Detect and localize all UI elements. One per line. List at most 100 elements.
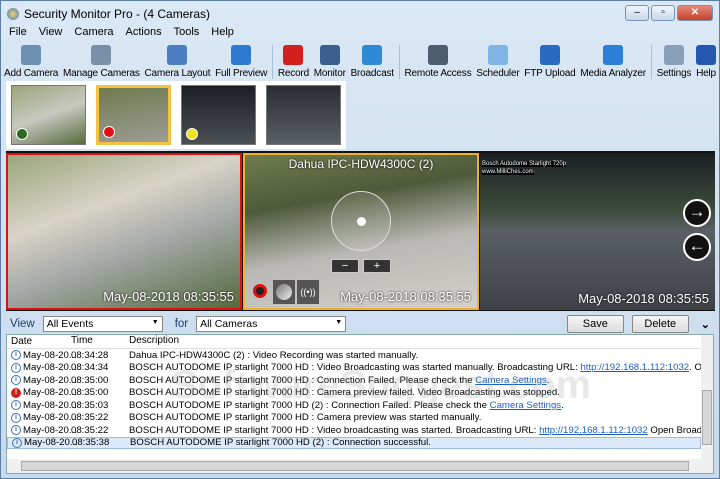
timestamp: May-08-2018 08:35:55 — [578, 291, 709, 306]
for-label: for — [174, 318, 189, 330]
view-label: View — [10, 318, 35, 330]
media-analyzer-label: Media Analyzer — [580, 68, 646, 79]
remote-access-button[interactable]: Remote Access — [404, 45, 473, 79]
scheduler-icon — [487, 45, 508, 65]
event-log-table: Date Time Description i May-08-20... 08:34:2… — [6, 334, 714, 474]
settings-button[interactable]: Settings — [656, 45, 693, 79]
info-icon: i — [11, 350, 21, 361]
menu-view[interactable]: View — [39, 26, 63, 38]
menu-bar: File View Camera Actions Tools Help — [9, 26, 234, 38]
record-button[interactable]: Record — [277, 45, 310, 79]
camera-subtitle: www.MilliChes.com — [482, 169, 534, 175]
full-preview-icon — [231, 45, 252, 65]
manage-cameras-button[interactable]: Manage Cameras — [62, 45, 141, 79]
broadcast-label: Broadcast — [350, 68, 394, 79]
collapse-chevron-icon[interactable]: ⌄ — [701, 318, 710, 331]
record-indicator-icon[interactable] — [253, 284, 267, 298]
camera-filter-select[interactable]: All Cameras — [196, 316, 347, 332]
table-row[interactable]: i May-08-20... 08:35:22 BOSCH AUTODOME IP s… — [7, 424, 701, 437]
broadcast-icon[interactable]: ((•)) — [297, 280, 319, 304]
column-header-date[interactable]: Date — [7, 335, 67, 348]
event-time: 08:34:34 — [71, 362, 109, 374]
description-text: BOSCH AUTODOME IP starlight 7000 HD (2) … — [130, 437, 431, 449]
monitor-button[interactable]: Monitor — [313, 45, 347, 79]
camera-feed-2[interactable]: Dahua IPC-HDW4300C (2) − + ((•)) May-08-… — [243, 153, 479, 310]
camera-view: May-08-2018 08:35:55 Dahua IPC-HDW4300C … — [6, 151, 715, 311]
app-window: Security Monitor Pro - (4 Cameras) – ▫ ✕… — [0, 0, 720, 479]
column-header-time[interactable]: Time — [67, 335, 127, 348]
camera-feed-3[interactable]: Bosch Autodome Starlight 720p www.MilliC… — [480, 153, 715, 310]
table-row[interactable]: i May-08-20... 08:35:03 BOSCH AUTODOME IP s… — [7, 399, 701, 412]
add-camera-button[interactable]: Add Camera — [3, 45, 59, 79]
vertical-scrollbar[interactable] — [701, 335, 713, 459]
column-header-description[interactable]: Description — [127, 335, 713, 348]
error-icon: ! — [11, 387, 21, 398]
help-button[interactable]: Help — [695, 45, 717, 79]
event-time: 08:35:22 — [71, 424, 109, 436]
description-text: Dahua IPC-HDW4300C (2) : Video Recording… — [129, 349, 419, 361]
table-row[interactable]: ! May-08-20... 08:35:00 BOSCH AUTODOME IP s… — [7, 387, 701, 400]
event-type-select[interactable]: All Events — [42, 316, 163, 332]
minimize-button[interactable]: – — [625, 5, 649, 21]
info-icon: i — [11, 412, 21, 423]
table-row[interactable]: i May-08-20... 08:35:22 BOSCH AUTODOME IP s… — [7, 412, 701, 425]
table-row[interactable]: i May-08-20... 08:34:28 Dahua IPC-HDW4300C … — [7, 349, 701, 362]
previous-camera-button[interactable]: ← — [683, 233, 711, 261]
event-time: 08:35:00 — [71, 374, 109, 386]
event-link[interactable]: http://192.168.1.112:1032 — [580, 362, 689, 373]
menu-camera[interactable]: Camera — [74, 26, 113, 38]
event-link[interactable]: Camera Settings — [475, 375, 546, 386]
camera-title: Bosch Autodome Starlight 720p — [482, 161, 567, 167]
next-camera-button[interactable]: → — [683, 199, 711, 227]
camera-thumbnail-4[interactable] — [266, 85, 341, 145]
horizontal-scrollbar[interactable] — [7, 459, 713, 473]
event-description: BOSCH AUTODOME IP starlight 7000 HD (2) … — [127, 400, 701, 411]
menu-actions[interactable]: Actions — [126, 26, 162, 38]
camera-title: Dahua IPC-HDW4300C (2) — [288, 157, 434, 171]
camera-thumbnail-2[interactable] — [96, 85, 171, 145]
table-row[interactable]: i May-08-20... 08:34:34 BOSCH AUTODOME IP s… — [7, 362, 701, 375]
info-icon: i — [11, 425, 21, 436]
ftp-upload-button[interactable]: FTP Upload — [523, 45, 576, 79]
toolbar: Add Camera Manage Cameras Camera Layout Ful… — [3, 41, 717, 79]
title-bar: Security Monitor Pro - (4 Cameras) — [7, 7, 210, 21]
event-time: 08:35:38 — [72, 437, 110, 449]
info-icon: i — [11, 362, 21, 373]
media-analyzer-button[interactable]: Media Analyzer — [579, 45, 647, 79]
help-label: Help — [696, 68, 716, 79]
table-row[interactable]: i May-08-20... 08:35:38 BOSCH AUTODOME IP s… — [7, 436, 701, 449]
camera-thumbnails — [6, 81, 346, 149]
app-icon — [7, 8, 19, 20]
scheduler-button[interactable]: Scheduler — [475, 45, 520, 79]
zoom-out-button[interactable]: − — [331, 259, 359, 273]
delete-button[interactable]: Delete — [631, 315, 689, 333]
save-button[interactable]: Save — [566, 315, 624, 333]
broadcast-button[interactable]: Broadcast — [350, 45, 395, 79]
camera-thumbnail-3[interactable] — [181, 85, 256, 145]
event-description: BOSCH AUTODOME IP starlight 7000 HD : Vi… — [127, 362, 701, 373]
menu-tools[interactable]: Tools — [174, 26, 200, 38]
zoom-in-button[interactable]: + — [363, 259, 391, 273]
close-button[interactable]: ✕ — [677, 5, 713, 21]
camera-layout-button[interactable]: Camera Layout — [144, 45, 212, 79]
full-preview-label: Full Preview — [215, 68, 268, 79]
event-filter-bar: View All Events for All Cameras Save Del… — [6, 314, 714, 334]
ptz-knob[interactable] — [357, 217, 366, 226]
maximize-button[interactable]: ▫ — [651, 5, 675, 21]
event-link[interactable]: http://192.168.1.112:1032 — [539, 425, 648, 436]
table-row[interactable]: i May-08-20... 08:35:00 BOSCH AUTODOME IP s… — [7, 374, 701, 387]
menu-help[interactable]: Help — [211, 26, 234, 38]
event-link[interactable]: Camera Settings — [490, 400, 561, 411]
camera-feed-1[interactable]: May-08-2018 08:35:55 — [6, 153, 242, 310]
event-description: BOSCH AUTODOME IP starlight 7000 HD : Vi… — [127, 425, 701, 436]
event-description: BOSCH AUTODOME IP starlight 7000 HD : Co… — [127, 375, 701, 386]
timestamp: May-08-2018 08:35:55 — [103, 289, 234, 304]
menu-file[interactable]: File — [9, 26, 27, 38]
full-preview-button[interactable]: Full Preview — [214, 45, 268, 79]
snapshot-icon[interactable] — [273, 280, 295, 304]
broadcast-icon — [362, 45, 383, 65]
ptz-joystick[interactable] — [331, 191, 391, 251]
ftp-upload-label: FTP Upload — [524, 68, 576, 79]
info-icon: i — [11, 400, 21, 411]
camera-thumbnail-1[interactable] — [11, 85, 86, 145]
